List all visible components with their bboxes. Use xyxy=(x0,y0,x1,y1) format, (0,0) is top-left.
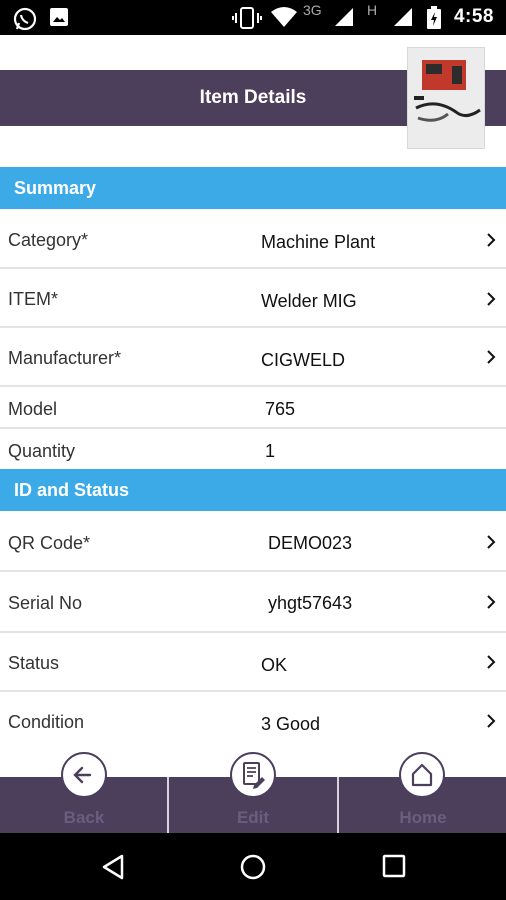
whatsapp-icon xyxy=(12,6,38,37)
section-summary: Summary xyxy=(0,167,506,209)
network-type-2: H xyxy=(367,2,378,18)
row-quantity: Quantity 1 xyxy=(0,429,506,470)
back-arrow-icon xyxy=(73,766,92,784)
row-value: Machine Plant xyxy=(261,232,376,252)
welder-photo xyxy=(408,48,484,148)
chevron-right-icon xyxy=(487,714,496,728)
row-label: Category* xyxy=(8,230,89,250)
back-label: Back xyxy=(63,808,105,827)
row-manufacturer[interactable]: Manufacturer* CIGWELD xyxy=(0,328,506,387)
signal-icon xyxy=(333,6,355,33)
row-category[interactable]: Category* Machine Plant xyxy=(0,209,506,269)
home-circle-button[interactable] xyxy=(399,752,445,798)
row-status[interactable]: Status OK xyxy=(0,633,506,692)
home-icon xyxy=(411,763,433,787)
row-value: DEMO023 xyxy=(268,533,353,553)
edit-document-icon xyxy=(243,762,265,789)
battery-charging-icon xyxy=(426,6,442,35)
network-type: 3G xyxy=(303,2,322,18)
edit-circle-button[interactable] xyxy=(230,752,276,798)
row-value: yhgt57643 xyxy=(268,593,353,613)
row-label: Quantity xyxy=(8,441,76,461)
row-qr-code[interactable]: QR Code* DEMO023 xyxy=(0,511,506,572)
row-value: OK xyxy=(261,655,288,675)
row-value: 765 xyxy=(265,399,296,419)
vibrate-icon xyxy=(232,6,262,35)
row-label: Serial No xyxy=(8,593,83,613)
row-label: QR Code* xyxy=(8,533,91,553)
chevron-right-icon xyxy=(487,595,496,609)
system-nav-bar xyxy=(0,833,506,900)
row-value: CIGWELD xyxy=(261,350,346,370)
signal-icon xyxy=(392,6,414,33)
row-value: 1 xyxy=(265,441,276,461)
row-model: Model 765 xyxy=(0,387,506,429)
system-home-icon[interactable] xyxy=(239,853,267,881)
chevron-right-icon xyxy=(487,292,496,306)
clock: 4:58 xyxy=(453,6,494,27)
system-back-icon[interactable] xyxy=(100,853,126,881)
edit-label: Edit xyxy=(236,808,270,827)
image-icon xyxy=(48,6,70,33)
row-label: Manufacturer* xyxy=(8,348,122,368)
row-value: 3 Good xyxy=(261,714,321,734)
row-label: Model xyxy=(8,399,58,419)
row-serial-no[interactable]: Serial No yhgt57643 xyxy=(0,572,506,633)
row-label: ITEM* xyxy=(8,289,59,309)
chevron-right-icon xyxy=(487,655,496,669)
chevron-right-icon xyxy=(487,535,496,549)
row-label: Status xyxy=(8,653,60,673)
row-item[interactable]: ITEM* Welder MIG xyxy=(0,269,506,328)
row-condition[interactable]: Condition 3 Good xyxy=(0,692,506,748)
wifi-icon xyxy=(270,6,298,33)
back-circle-button[interactable] xyxy=(61,752,107,798)
section-id-status: ID and Status xyxy=(0,469,506,511)
chevron-right-icon xyxy=(487,350,496,364)
system-recents-icon[interactable] xyxy=(381,853,407,879)
chevron-right-icon xyxy=(487,233,496,247)
status-bar: 3G H 4:58 xyxy=(0,0,506,35)
home-label: Home xyxy=(399,808,447,827)
row-value: Welder MIG xyxy=(261,291,357,311)
row-label: Condition xyxy=(8,712,85,732)
item-photo-thumbnail[interactable] xyxy=(407,47,485,149)
